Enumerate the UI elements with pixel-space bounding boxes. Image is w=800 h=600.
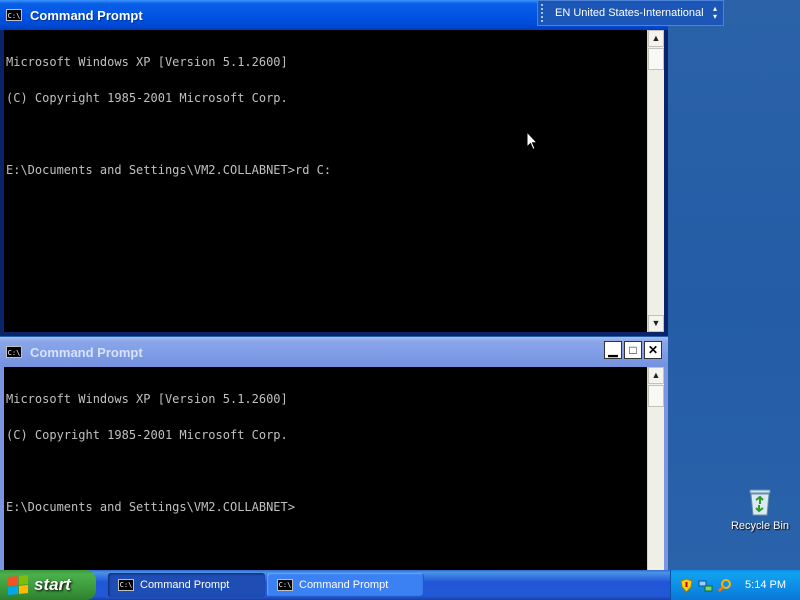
console-icon: C:\	[118, 579, 134, 591]
taskbar-button-label: Command Prompt	[140, 579, 230, 591]
vertical-scrollbar[interactable]: ▲ ▼	[647, 30, 664, 332]
security-shield-icon[interactable]	[679, 577, 694, 593]
console-line: Microsoft Windows XP [Version 5.1.2600]	[6, 55, 288, 69]
language-bar[interactable]: EN United States-International ▴ ▾	[537, 0, 724, 26]
search-icon[interactable]	[717, 578, 732, 593]
drag-handle[interactable]	[541, 4, 549, 22]
system-tray: 5:14 PM	[670, 570, 800, 600]
close-button[interactable]: ✕	[644, 341, 662, 359]
window-title: Command Prompt	[30, 344, 143, 360]
network-icon[interactable]	[698, 578, 713, 593]
console-icon: C:\	[6, 346, 22, 358]
clock[interactable]: 5:14 PM	[745, 579, 786, 591]
minimize-button[interactable]: ▁	[604, 341, 622, 359]
recycle-bin-label: Recycle Bin	[730, 520, 790, 532]
taskbar-button-command-prompt-2[interactable]: C:\ Command Prompt	[267, 573, 424, 597]
window-title: Command Prompt	[30, 7, 143, 23]
console-line: (C) Copyright 1985-2001 Microsoft Corp.	[6, 91, 288, 105]
scroll-up-button[interactable]: ▲	[648, 30, 664, 47]
scroll-thumb[interactable]	[648, 385, 664, 407]
taskbar-button-label: Command Prompt	[299, 579, 389, 591]
recycle-bin-icon	[747, 486, 773, 516]
console-line: Microsoft Windows XP [Version 5.1.2600]	[6, 392, 288, 406]
console-output[interactable]: Microsoft Windows XP [Version 5.1.2600] …	[4, 30, 647, 332]
console-line: E:\Documents and Settings\VM2.COLLABNET>…	[6, 163, 332, 177]
scroll-up-button[interactable]: ▲	[648, 367, 664, 384]
maximize-button[interactable]: □	[624, 341, 642, 359]
scroll-down-button[interactable]: ▼	[648, 315, 664, 332]
start-button[interactable]: start	[0, 570, 96, 600]
taskbar: start C:\ Command Prompt C:\ Command Pro…	[0, 570, 800, 600]
scroll-thumb[interactable]	[648, 48, 664, 70]
taskbar-button-command-prompt-1[interactable]: C:\ Command Prompt	[108, 573, 265, 597]
title-bar[interactable]: C:\ Command Prompt ▁ □ ✕	[0, 337, 668, 367]
console-icon: C:\	[6, 9, 22, 21]
console-output[interactable]: Microsoft Windows XP [Version 5.1.2600] …	[4, 367, 647, 570]
console-line: E:\Documents and Settings\VM2.COLLABNET>	[6, 500, 295, 514]
mouse-cursor-icon	[526, 131, 538, 151]
command-prompt-window-2[interactable]: C:\ Command Prompt ▁ □ ✕ Microsoft Windo…	[0, 337, 668, 570]
console-line: (C) Copyright 1985-2001 Microsoft Corp.	[6, 428, 288, 442]
start-label: start	[34, 575, 71, 594]
language-options-icon[interactable]: ▴ ▾	[713, 5, 717, 21]
windows-logo-icon	[8, 574, 28, 596]
vertical-scrollbar[interactable]: ▲	[647, 367, 664, 570]
command-prompt-window-1[interactable]: C:\ Command Prompt Microsoft Windows XP …	[0, 0, 668, 336]
recycle-bin[interactable]: Recycle Bin	[728, 486, 792, 532]
console-icon: C:\	[277, 579, 293, 591]
language-label[interactable]: EN United States-International	[555, 7, 704, 19]
window-controls: ▁ □ ✕	[604, 341, 662, 359]
